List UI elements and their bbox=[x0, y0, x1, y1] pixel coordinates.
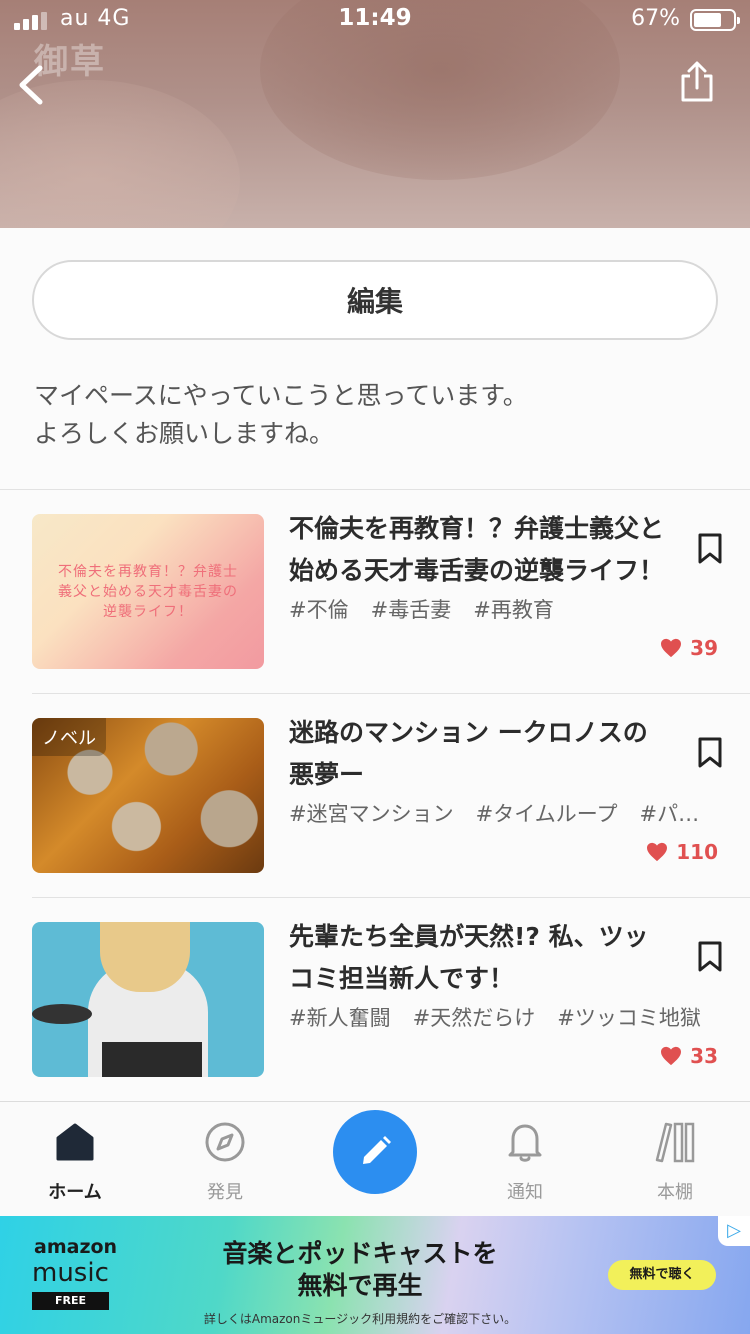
bio-line: よろしくお願いしますね。 bbox=[34, 419, 335, 448]
adchoices-icon[interactable]: ▷ bbox=[718, 1216, 750, 1246]
tag-link[interactable]: #不倫 bbox=[289, 594, 349, 624]
tab-label: ホーム bbox=[48, 1182, 102, 1203]
share-button[interactable] bbox=[678, 60, 716, 104]
bookmark-button[interactable] bbox=[697, 533, 723, 565]
profile-header-banner: au 4G 11:49 67% 御草 bbox=[0, 0, 750, 228]
profile-bio: マイペースにやっていこうと思っています。 よろしくお願いしますね。 bbox=[34, 377, 724, 453]
work-title[interactable]: 迷路のマンション ークロノスの悪夢ー bbox=[289, 712, 669, 796]
tab-label: 発見 bbox=[207, 1182, 243, 1203]
work-tags: #不倫 #毒舌妻 #再教育 bbox=[289, 594, 729, 624]
tag-link[interactable]: #迷宮マンション bbox=[289, 798, 454, 828]
work-title[interactable]: 不倫夫を再教育！？弁護士義父と始める天才毒舌妻の逆襲ライフ！ bbox=[289, 508, 669, 592]
battery-icon bbox=[690, 9, 740, 31]
tag-link[interactable]: #再教育 bbox=[473, 594, 554, 624]
tag-link[interactable]: #毒舌妻 bbox=[371, 594, 452, 624]
pencil-icon bbox=[363, 1136, 391, 1164]
status-bar: au 4G 11:49 67% bbox=[0, 0, 750, 42]
bookmark-icon bbox=[698, 941, 722, 972]
work-list-item[interactable]: 不倫夫を再教育！？弁護士 義父と始める天才毒舌妻の 逆襲ライフ！ 不倫夫を再教育… bbox=[0, 490, 750, 694]
work-thumbnail[interactable]: 不倫夫を再教育！？弁護士 義父と始める天才毒舌妻の 逆襲ライフ！ bbox=[32, 514, 264, 669]
novel-badge: ノベル bbox=[32, 718, 106, 756]
work-list-item[interactable]: ノベル 迷路のマンション ークロノスの悪夢ー #迷宮マンション #タイムループ … bbox=[0, 694, 750, 898]
bookmark-button[interactable] bbox=[697, 941, 723, 973]
like-count: 110 bbox=[646, 840, 718, 864]
bookmark-button[interactable] bbox=[697, 737, 723, 769]
tag-link[interactable]: #タイムループ bbox=[476, 798, 618, 828]
heart-icon bbox=[647, 842, 668, 862]
share-icon bbox=[681, 61, 713, 102]
work-thumbnail[interactable]: ノベル bbox=[32, 718, 264, 873]
work-thumbnail[interactable] bbox=[32, 922, 264, 1077]
bio-line: マイペースにやっていこうと思っています。 bbox=[34, 381, 528, 410]
like-count: 39 bbox=[660, 636, 718, 660]
home-icon bbox=[56, 1123, 94, 1161]
illustration-shape bbox=[102, 1042, 202, 1077]
bell-icon bbox=[508, 1124, 542, 1162]
work-list-item[interactable]: 先輩たち全員が天然!? 私、ツッコミ担当新人です！ #新人奮闘 #天然だらけ #… bbox=[0, 898, 750, 1102]
compose-button[interactable] bbox=[333, 1110, 417, 1194]
illustration-shape bbox=[100, 922, 190, 992]
work-tags: #新人奮闘 #天然だらけ #ツッコミ地獄 bbox=[289, 1002, 729, 1032]
thumbnail-title-text: 不倫夫を再教育！？弁護士 義父と始める天才毒舌妻の 逆襲ライフ！ bbox=[58, 564, 238, 620]
bookmark-icon bbox=[698, 737, 722, 768]
bookmark-icon bbox=[698, 533, 722, 564]
like-count: 33 bbox=[660, 1044, 718, 1068]
edit-profile-button[interactable]: 編集 bbox=[32, 260, 718, 340]
tag-link[interactable]: #新人奮闘 bbox=[289, 1002, 391, 1032]
tag-link[interactable]: #パ… bbox=[640, 798, 700, 828]
tab-home[interactable]: ホーム bbox=[0, 1102, 150, 1217]
battery-percentage: 67% bbox=[631, 6, 680, 31]
tag-link[interactable]: #ツッコミ地獄 bbox=[557, 1002, 701, 1032]
back-button[interactable] bbox=[12, 58, 56, 112]
work-title[interactable]: 先輩たち全員が天然!? 私、ツッコミ担当新人です！ bbox=[289, 916, 669, 1000]
illustration-shape bbox=[32, 1004, 92, 1024]
tab-discover[interactable]: 発見 bbox=[150, 1102, 300, 1217]
ad-cta-button[interactable]: 無料で聴く bbox=[608, 1260, 716, 1290]
tab-label: 本棚 bbox=[657, 1182, 693, 1203]
tag-link[interactable]: #天然だらけ bbox=[413, 1002, 536, 1032]
tab-label: 通知 bbox=[507, 1182, 543, 1203]
heart-icon bbox=[661, 638, 682, 658]
bookshelf-icon bbox=[655, 1122, 695, 1163]
ad-fine-print: 詳しくはAmazonミュージック利用規約をご確認下さい。 bbox=[203, 1312, 517, 1326]
chevron-left-icon bbox=[19, 65, 43, 105]
tab-notifications[interactable]: 通知 bbox=[450, 1102, 600, 1217]
compass-icon bbox=[205, 1122, 245, 1162]
ad-banner[interactable]: amazon music FREE 音楽とポッドキャストを 無料で再生 詳しくは… bbox=[0, 1216, 750, 1334]
work-tags: #迷宮マンション #タイムループ #パ… bbox=[289, 798, 729, 828]
heart-icon bbox=[661, 1046, 682, 1066]
tab-bookshelf[interactable]: 本棚 bbox=[600, 1102, 750, 1217]
